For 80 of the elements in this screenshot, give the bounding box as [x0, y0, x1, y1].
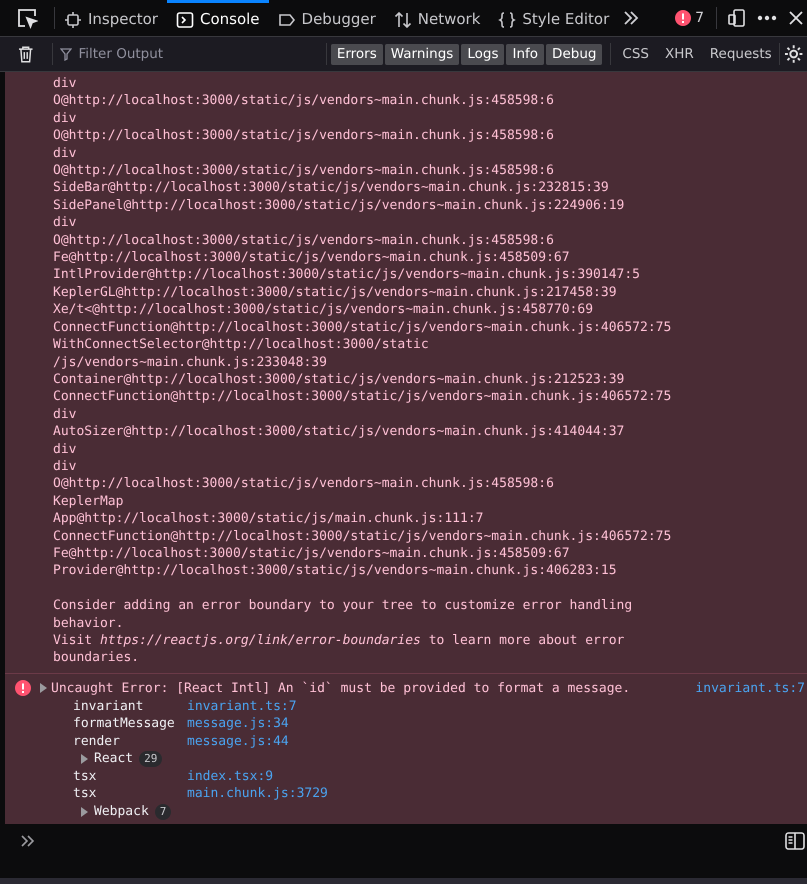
count-badge: 29 — [139, 751, 162, 768]
responsive-design-icon[interactable] — [727, 8, 747, 28]
stack-line: /js/vendors~main.chunk.js:233048:39 — [53, 354, 327, 371]
filter-toggle[interactable]: Requests — [702, 44, 779, 64]
stack-line: ConnectFunction@http://localhost:3000/static/js/vendors~main.chunk.js:406572:75 — [53, 318, 672, 336]
source-link[interactable]: invariant.ts:7 — [695, 680, 805, 697]
source-link[interactable]: main.chunk.js:3729 — [187, 785, 328, 803]
stack-line: div — [53, 144, 76, 162]
stack-line: div — [53, 75, 76, 92]
filter-toggle[interactable]: Info — [506, 44, 544, 64]
function-name: render — [73, 732, 121, 750]
collapsed-arrow-icon[interactable] — [81, 754, 88, 764]
stack-line: Xe/t<@http://localhost:3000/static/js/vendors~main.chunk.js:458770:69 — [53, 301, 594, 319]
stack-line: IntlProvider@http://localhost:3000/static/js/vendors~main.chunk.js:390147:5 — [53, 266, 640, 284]
sidebar-toggle-icon[interactable] — [785, 832, 805, 850]
stack-line: div — [53, 440, 76, 458]
stack-line: AutoSizer@http://localhost:3000/static/js/vendors~main.chunk.js:414044:37 — [53, 423, 624, 441]
stack-line: O@http://localhost:3000/static/js/vendors~main.chunk.js:458598:6 — [53, 232, 554, 250]
funnel-icon — [60, 48, 72, 60]
message-paragraph: Consider adding an error boundary to your tree to customize error handling behavior. — [53, 597, 634, 632]
terminal-icon — [176, 10, 194, 28]
error-icon — [15, 680, 31, 696]
trash-icon[interactable] — [18, 45, 34, 63]
stack-line: O@http://localhost:3000/static/js/vendors~main.chunk.js:458598:6 — [53, 475, 554, 493]
source-link[interactable]: index.tsx:9 — [187, 768, 274, 786]
tab[interactable]: Style Editor — [489, 0, 618, 36]
count-badge: 7 — [154, 804, 172, 820]
stack-line: KeplerGL@http://localhost:3000/static/js/vendors~main.chunk.js:217458:39 — [53, 284, 617, 302]
stack-line: ConnectFunction@http://localhost:3000/static/js/vendors~main.chunk.js:406572:75 — [53, 388, 672, 406]
more-options-icon[interactable] — [757, 15, 777, 21]
stack-line: SidePanel@http://localhost:3000/static/js/vendors~main.chunk.js:224906:19 — [53, 196, 624, 214]
stack-line: WithConnectSelector@http://localhost:3000/static — [53, 336, 429, 354]
message-paragraph: Visit https://reactjs.org/link/error-boundaries to learn more about error boundaries. — [53, 632, 626, 667]
function-name: tsx — [73, 785, 98, 803]
tab[interactable]: Network — [384, 0, 490, 36]
collapsed-arrow-icon[interactable] — [39, 683, 47, 694]
stack-line: O@http://localhost:3000/static/js/vendors~main.chunk.js:458598:6 — [53, 162, 554, 180]
prompt-chevron-icon — [21, 835, 35, 848]
stack-line: ConnectFunction@http://localhost:3000/static/js/vendors~main.chunk.js:406572:75 — [53, 528, 672, 545]
stack-line: App@http://localhost:3000/static/js/main.chunk.js:111:7 — [53, 510, 484, 528]
function-name: tsx — [73, 768, 98, 786]
settings-icon[interactable] — [784, 44, 803, 64]
filter-field[interactable]: Filter Output — [78, 44, 326, 64]
function-name: formatMessage — [73, 715, 176, 733]
up-down-arrows-icon — [394, 10, 412, 28]
filter-toggle[interactable]: Errors — [330, 44, 383, 64]
source-link[interactable]: message.js:34 — [187, 715, 289, 733]
stack-line: SideBar@http://localhost:3000/static/js/vendors~main.chunk.js:232815:39 — [53, 179, 609, 197]
stack-line: Fe@http://localhost:3000/static/js/vendors~main.chunk.js:458509:67 — [53, 544, 570, 562]
frame-group-name[interactable]: React — [94, 750, 134, 768]
chevrons-icon[interactable] — [622, 9, 640, 27]
close-icon[interactable] — [789, 11, 803, 25]
stack-line: div — [53, 406, 76, 424]
function-name: invariant — [73, 698, 144, 716]
filter-toggle[interactable]: Debug — [546, 44, 602, 64]
collapsed-arrow-icon[interactable] — [81, 806, 88, 817]
stack-line: div — [53, 458, 76, 476]
tab[interactable]: Debugger — [268, 0, 385, 36]
stack-line: Provider@http://localhost:3000/static/js/vendors~main.chunk.js:406283:15 — [53, 562, 617, 580]
element-picker-icon[interactable] — [16, 7, 38, 29]
stack-line: Container@http://localhost:3000/static/js/vendors~main.chunk.js:212523:39 — [53, 370, 624, 388]
filter-toggle[interactable]: CSS — [615, 44, 656, 64]
error-icon — [675, 10, 692, 26]
filter-toggle[interactable]: Logs — [461, 44, 504, 64]
stack-line: O@http://localhost:3000/static/js/vendors~main.chunk.js:458598:6 — [53, 92, 554, 110]
element-picker-icon — [64, 10, 82, 28]
filter-toggle[interactable]: XHR — [658, 44, 701, 64]
source-link[interactable]: invariant.ts:7 — [187, 698, 297, 716]
frame-group-name[interactable]: Webpack — [94, 802, 149, 820]
stack-line: Fe@http://localhost:3000/static/js/vendors~main.chunk.js:458509:67 — [53, 249, 570, 266]
stack-line: O@http://localhost:3000/static/js/vendors~main.chunk.js:458598:6 — [53, 127, 554, 145]
stack-line: div — [53, 214, 76, 232]
braces-icon — [498, 10, 516, 28]
filter-toggle[interactable]: Warnings — [384, 44, 460, 64]
source-link[interactable]: message.js:44 — [187, 732, 289, 750]
stack-line: KeplerMap — [53, 492, 124, 510]
error-message: Uncaught Error: [React Intl] An `id` must be provided to format a message. — [51, 680, 630, 697]
error-count: 7 — [695, 8, 704, 28]
tab[interactable]: Inspector — [55, 0, 167, 36]
stack-line: div — [53, 110, 76, 128]
